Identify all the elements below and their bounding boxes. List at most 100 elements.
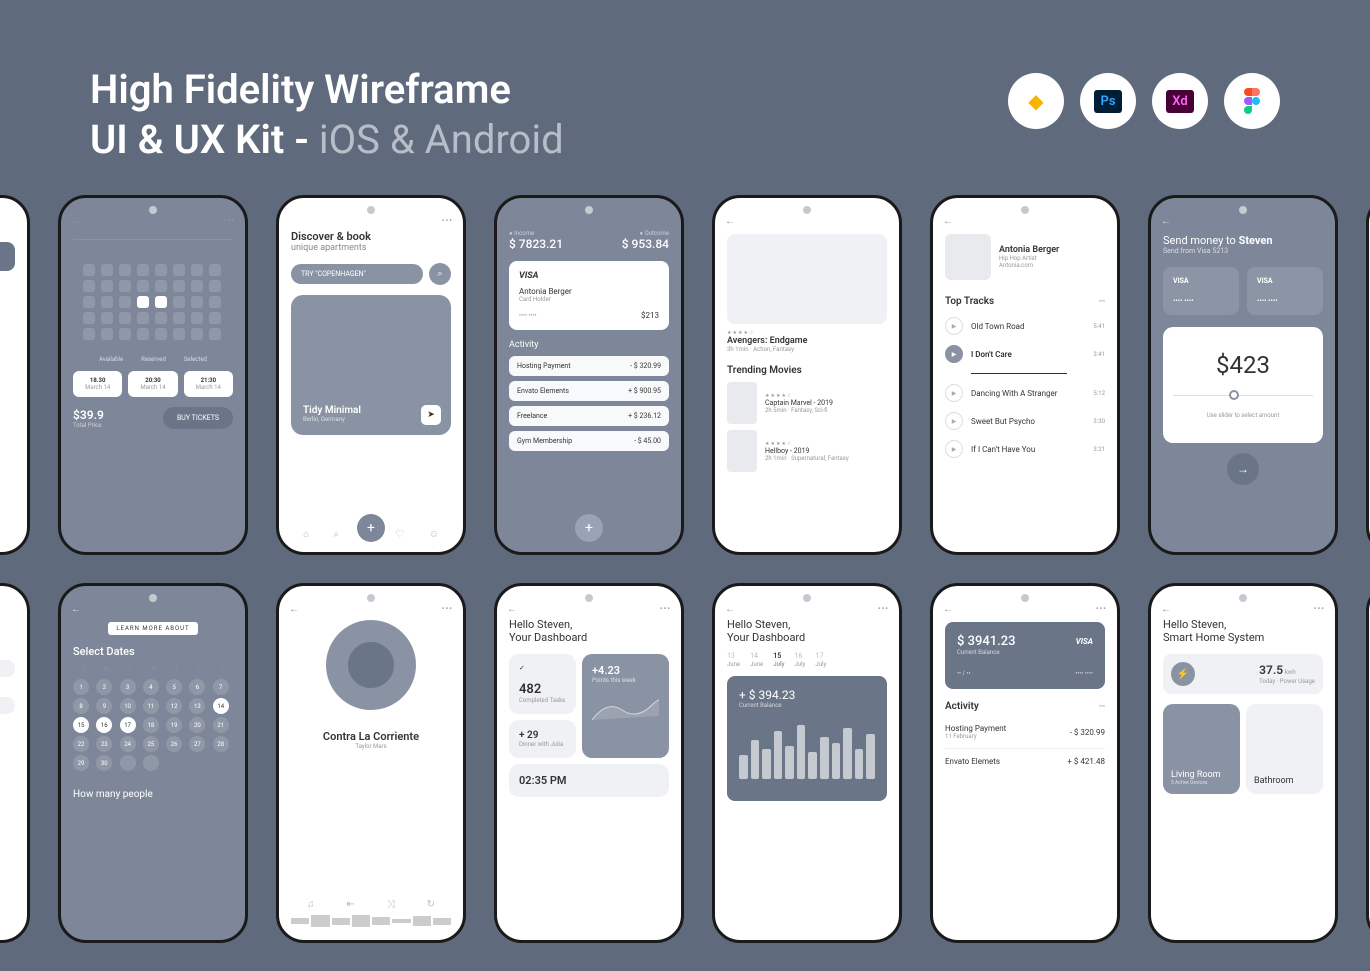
power-widget[interactable]: ⚡ 37.5 kwhToday · Power Usage: [1163, 654, 1323, 694]
shuffle-icon[interactable]: ♫: [307, 899, 315, 910]
calendar-day[interactable]: [120, 755, 136, 771]
progress-bar[interactable]: [971, 373, 1067, 374]
calendar-day[interactable]: 10: [120, 698, 136, 714]
activity-item[interactable]: Hosting Payment- $ 320.99: [509, 356, 669, 376]
more-icon[interactable]: •••: [442, 604, 453, 613]
room-card[interactable]: Bathroom: [1246, 704, 1323, 794]
back-icon[interactable]: ←: [71, 216, 81, 227]
back-icon[interactable]: ←: [725, 604, 735, 615]
activity-item[interactable]: Freelance+ $ 236.12: [509, 406, 669, 426]
stat-widget[interactable]: + 29 Dinner with Julia: [509, 720, 576, 758]
amount-slider[interactable]: [1173, 395, 1313, 396]
room-card[interactable]: Living Room 5 Active Devices: [1163, 704, 1240, 794]
more-icon[interactable]: •••: [442, 216, 453, 225]
calendar-day[interactable]: 6: [189, 679, 205, 695]
calendar-day[interactable]: 22: [73, 736, 89, 752]
calendar-day[interactable]: 13: [189, 698, 205, 714]
more-icon[interactable]: •••: [224, 216, 235, 225]
calendar-day[interactable]: 18: [143, 717, 159, 733]
calendar-day[interactable]: 8: [73, 698, 89, 714]
calendar-day[interactable]: 21: [213, 717, 229, 733]
buy-button[interactable]: BUY TICKETS: [163, 407, 233, 429]
home-icon[interactable]: ⌂: [303, 529, 309, 540]
heart-icon[interactable]: ♡: [395, 529, 404, 540]
add-button[interactable]: +: [575, 514, 603, 542]
more-icon[interactable]: •••: [660, 604, 671, 613]
calendar-day[interactable]: 5: [166, 679, 182, 695]
calendar-day[interactable]: 15: [73, 717, 89, 733]
calendar-day[interactable]: 29: [73, 755, 89, 771]
back-icon[interactable]: ←: [1161, 216, 1171, 227]
balance-card[interactable]: $ 3941.23VISA Current Balance •• / •••••…: [945, 622, 1105, 689]
calendar-day[interactable]: [143, 755, 159, 771]
profile-icon[interactable]: ☺: [429, 529, 439, 540]
calendar-day[interactable]: 12: [166, 698, 182, 714]
stat-widget[interactable]: ✓ 482 Completed Tasks: [509, 654, 576, 714]
back-icon[interactable]: ←: [71, 604, 81, 615]
calendar-day[interactable]: 9: [96, 698, 112, 714]
time-chip[interactable]: 20:30March 14: [128, 371, 177, 397]
track-item[interactable]: ▶Dancing With A Stranger5:12: [945, 384, 1105, 402]
apartment-card[interactable]: Tidy Minimal Berlin, Germany ➤: [291, 295, 451, 435]
add-button[interactable]: +: [357, 514, 385, 542]
track-item[interactable]: ▶If I Can't Have You3:21: [945, 440, 1105, 458]
play-icon[interactable]: ▶: [945, 345, 963, 363]
calendar-day[interactable]: 26: [166, 736, 182, 752]
calendar-day[interactable]: 27: [189, 736, 205, 752]
movie-poster[interactable]: [727, 234, 887, 324]
track-item[interactable]: ▶I Don't Care3:41: [945, 345, 1105, 363]
time-chip[interactable]: 21:30March 14: [184, 371, 233, 397]
time-widget[interactable]: 02:35 PM: [509, 764, 669, 797]
waveform[interactable]: [291, 914, 451, 928]
calendar-day[interactable]: 16: [96, 717, 112, 733]
calendar-day[interactable]: 17: [120, 717, 136, 733]
calendar-day[interactable]: 20: [189, 717, 205, 733]
back-icon[interactable]: ←: [1161, 604, 1171, 615]
time-row[interactable]: 18.30March 14 20:30March 14 21:30March 1…: [73, 371, 233, 397]
back-icon[interactable]: ←: [943, 216, 953, 227]
player-controls[interactable]: ♫ ⇤ ⤨ ↻: [291, 899, 451, 910]
calendar-day[interactable]: 28: [213, 736, 229, 752]
track-item[interactable]: ▶Old Town Road5:41: [945, 317, 1105, 335]
prev-icon[interactable]: ⇤: [346, 899, 354, 910]
calendar-day[interactable]: 11: [143, 698, 159, 714]
play-icon[interactable]: ▶: [945, 384, 963, 402]
time-chip[interactable]: 18.30March 14: [73, 371, 122, 397]
calendar-day[interactable]: 4: [143, 679, 159, 695]
balance-card[interactable]: + $ 394.23 Current Balance: [727, 676, 887, 801]
calendar-day[interactable]: 7: [213, 679, 229, 695]
calendar-day[interactable]: 23: [96, 736, 112, 752]
activity-item[interactable]: Envato Elements+ $ 900.95: [509, 381, 669, 401]
visa-card[interactable]: VISA Antonia Berger Card Holder •••• •••…: [509, 261, 669, 330]
visa-card[interactable]: VISA•••• ••••: [1247, 267, 1323, 315]
back-icon[interactable]: ←: [289, 604, 299, 615]
activity-item[interactable]: Gym Membership- $ 45.00: [509, 431, 669, 451]
send-button[interactable]: →: [1227, 453, 1259, 485]
back-icon[interactable]: ←: [725, 216, 735, 227]
play-icon[interactable]: ▶: [945, 440, 963, 458]
calendar-grid[interactable]: 1234567891011121314151617181920212223242…: [73, 679, 233, 771]
shuffle-icon[interactable]: ⤨: [387, 899, 395, 910]
movie-item[interactable]: ★★★★☆Captain Marvel - 20192h 5min · Fant…: [727, 382, 887, 424]
calendar-day[interactable]: 2: [96, 679, 112, 695]
search-icon[interactable]: ⌕: [429, 263, 451, 285]
calendar-day[interactable]: 19: [166, 717, 182, 733]
repeat-icon[interactable]: ↻: [427, 899, 435, 910]
calendar-day[interactable]: 14: [213, 698, 229, 714]
visa-card[interactable]: VISA•••• ••••: [1163, 267, 1239, 315]
more-icon[interactable]: •••: [1314, 604, 1325, 613]
send-icon[interactable]: ➤: [421, 405, 441, 425]
play-icon[interactable]: ▶: [945, 317, 963, 335]
date-tabs[interactable]: 13June 14June 15July 16July 17July: [727, 652, 887, 668]
calendar-day[interactable]: 25: [143, 736, 159, 752]
play-icon[interactable]: ▶: [945, 412, 963, 430]
calendar-day[interactable]: 1: [73, 679, 89, 695]
back-icon[interactable]: ←: [507, 604, 517, 615]
activity-item[interactable]: Hosting Payment11 February - $ 320.99: [945, 716, 1105, 749]
search-input[interactable]: TRY "COPENHAGEN": [291, 264, 423, 284]
calendar-day[interactable]: 30: [96, 755, 112, 771]
search-icon[interactable]: ⌕: [333, 529, 339, 540]
calendar-day[interactable]: 3: [120, 679, 136, 695]
activity-item[interactable]: Envato Elemets + $ 421.48: [945, 749, 1105, 774]
more-icon[interactable]: •••: [878, 604, 889, 613]
